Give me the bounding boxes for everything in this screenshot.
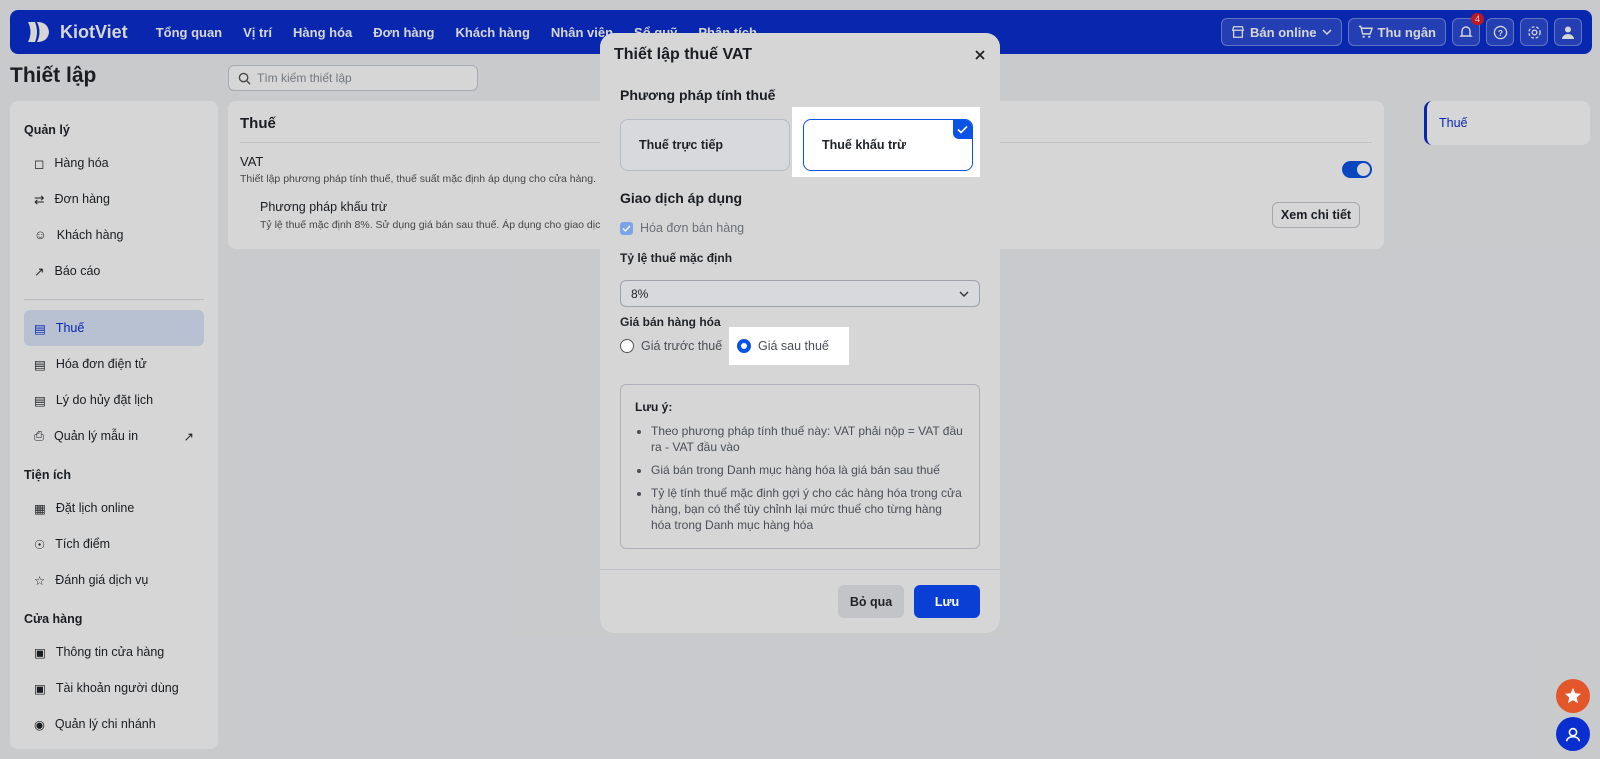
note-item: Tỷ lệ tính thuế mặc định gợi ý cho các h… xyxy=(651,485,965,533)
note-box: Lưu ý: Theo phương pháp tính thuế này: V… xyxy=(620,384,980,549)
option-label: Thuế khấu trừ xyxy=(822,138,907,152)
favorite-fab[interactable] xyxy=(1556,679,1590,713)
price-before-tax-radio[interactable]: Giá trước thuế xyxy=(620,339,722,353)
deduction-tax-option[interactable]: Thuế khấu trừ xyxy=(803,119,973,171)
support-agent-icon xyxy=(1565,727,1581,742)
option-label: Thuế trực tiếp xyxy=(639,138,724,152)
price-label: Giá bán hàng hóa xyxy=(620,315,721,329)
save-button[interactable]: Lưu xyxy=(914,585,980,618)
note-title: Lưu ý: xyxy=(635,400,673,414)
radio-checked-icon xyxy=(737,339,751,353)
support-fab[interactable] xyxy=(1556,717,1590,751)
checkbox-checked-icon xyxy=(620,221,633,235)
cancel-button[interactable]: Bỏ qua xyxy=(838,585,904,618)
radio-unchecked-icon xyxy=(620,339,634,353)
method-section-title: Phương pháp tính thuế xyxy=(620,87,776,103)
transaction-section-title: Giao dịch áp dụng xyxy=(620,190,743,206)
modal-title: Thiết lập thuế VAT xyxy=(614,46,753,63)
selected-rate-value: 8% xyxy=(631,286,649,301)
vat-settings-modal: Thiết lập thuế VAT Phương pháp tính thuế… xyxy=(600,33,1000,633)
chevron-down-icon xyxy=(959,291,969,297)
direct-tax-option[interactable]: Thuế trực tiếp xyxy=(620,119,790,171)
price-after-tax-radio[interactable]: Giá sau thuế xyxy=(729,327,849,365)
default-rate-label: Tỷ lệ thuế mặc định xyxy=(620,251,733,265)
close-icon[interactable] xyxy=(974,49,986,61)
modal-footer: Bỏ qua Lưu xyxy=(600,569,1000,633)
star-icon xyxy=(1564,687,1582,704)
radio-label: Giá sau thuế xyxy=(758,339,829,353)
sales-invoice-checkbox[interactable]: Hóa đơn bán hàng xyxy=(620,221,744,235)
check-icon xyxy=(953,120,972,139)
default-rate-select[interactable]: 8% xyxy=(620,280,980,307)
radio-label: Giá trước thuế xyxy=(641,339,723,353)
note-item: Theo phương pháp tính thuế này: VAT phải… xyxy=(651,423,965,455)
checkbox-label: Hóa đơn bán hàng xyxy=(640,221,745,235)
note-item: Giá bán trong Danh mục hàng hóa là giá b… xyxy=(651,462,965,478)
